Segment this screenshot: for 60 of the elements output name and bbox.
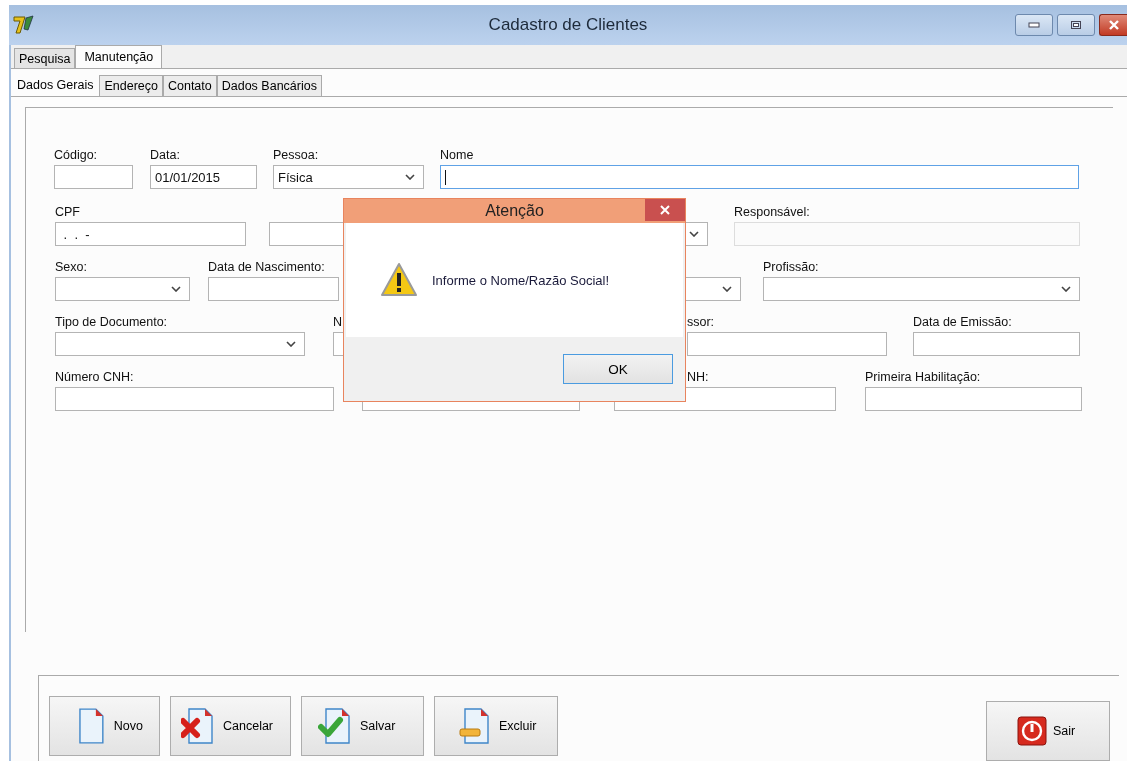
chevron-down-icon bbox=[171, 286, 181, 292]
tab[interactable]: Pesquisa bbox=[14, 48, 76, 68]
dropdown-field[interactable] bbox=[55, 277, 190, 301]
tab[interactable]: Endereço bbox=[99, 75, 163, 96]
dropdown-field[interactable] bbox=[763, 277, 1080, 301]
input-field[interactable] bbox=[54, 165, 133, 189]
chevron-down-icon bbox=[722, 286, 732, 292]
chevron-down-icon bbox=[689, 231, 699, 237]
field-label: Número CNH: bbox=[55, 370, 134, 384]
close-icon bbox=[1107, 20, 1120, 30]
field-label: CPF bbox=[55, 205, 80, 219]
field-label: N bbox=[333, 315, 343, 329]
dropdown-field[interactable]: Física bbox=[273, 165, 424, 189]
field-label: Código: bbox=[54, 148, 98, 162]
input-field[interactable] bbox=[55, 387, 334, 411]
maximize-icon bbox=[1070, 20, 1082, 30]
exit-button[interactable]: Sair bbox=[986, 701, 1110, 761]
close-icon bbox=[659, 205, 671, 215]
dropdown-field[interactable] bbox=[55, 332, 305, 356]
dialog-message: Informe o Nome/Razão Social! bbox=[432, 272, 610, 288]
input-field[interactable] bbox=[208, 277, 339, 301]
field-label: Pessoa: bbox=[273, 148, 319, 162]
ok-button[interactable]: OK bbox=[563, 354, 673, 384]
field-label: Data de Nascimento: bbox=[208, 260, 325, 274]
field-label: NH: bbox=[687, 370, 709, 384]
warning-icon bbox=[380, 262, 418, 298]
field-label: Profissão: bbox=[763, 260, 819, 274]
input-field[interactable] bbox=[913, 332, 1080, 356]
input-field[interactable] bbox=[687, 332, 887, 356]
field-label: Primeira Habilitação: bbox=[865, 370, 981, 384]
chevron-down-icon bbox=[405, 174, 415, 180]
dialog-title: Atenção bbox=[485, 202, 544, 220]
input-field[interactable] bbox=[440, 165, 1079, 189]
input-field[interactable]: . . - bbox=[55, 222, 246, 246]
input-field[interactable]: 01/01/2015 bbox=[150, 165, 257, 189]
toolbar-button[interactable]: Cancelar bbox=[170, 696, 291, 756]
close-button[interactable] bbox=[645, 199, 685, 221]
field-label: Sexo: bbox=[55, 260, 87, 274]
minimize-icon bbox=[1028, 22, 1040, 28]
chevron-down-icon bbox=[1061, 286, 1071, 292]
toolbar-button[interactable]: Salvar bbox=[301, 696, 424, 756]
field-label: Responsável: bbox=[734, 205, 810, 219]
toolbar-button[interactable]: Excluir bbox=[434, 696, 558, 756]
toolbar-button[interactable]: Novo bbox=[49, 696, 160, 756]
field-label: Data de Emissão: bbox=[913, 315, 1012, 329]
chevron-down-icon bbox=[286, 341, 296, 347]
power-icon bbox=[1017, 716, 1047, 746]
field-label: Data: bbox=[150, 148, 180, 162]
window-title: Cadastro de Clientes bbox=[488, 15, 648, 35]
field-label: Tipo de Documento: bbox=[55, 315, 168, 329]
text-cursor-icon bbox=[445, 169, 446, 185]
tab[interactable]: Contato bbox=[162, 75, 217, 96]
maximize-button[interactable] bbox=[1057, 14, 1095, 36]
app-logo-icon bbox=[13, 15, 35, 35]
close-button[interactable] bbox=[1099, 14, 1127, 36]
field-label: Nome bbox=[440, 148, 474, 162]
field-label: ssor: bbox=[687, 315, 715, 329]
tab[interactable]: Manutenção bbox=[75, 45, 163, 68]
input-field[interactable] bbox=[865, 387, 1082, 411]
tab[interactable]: Dados Bancários bbox=[216, 75, 322, 96]
